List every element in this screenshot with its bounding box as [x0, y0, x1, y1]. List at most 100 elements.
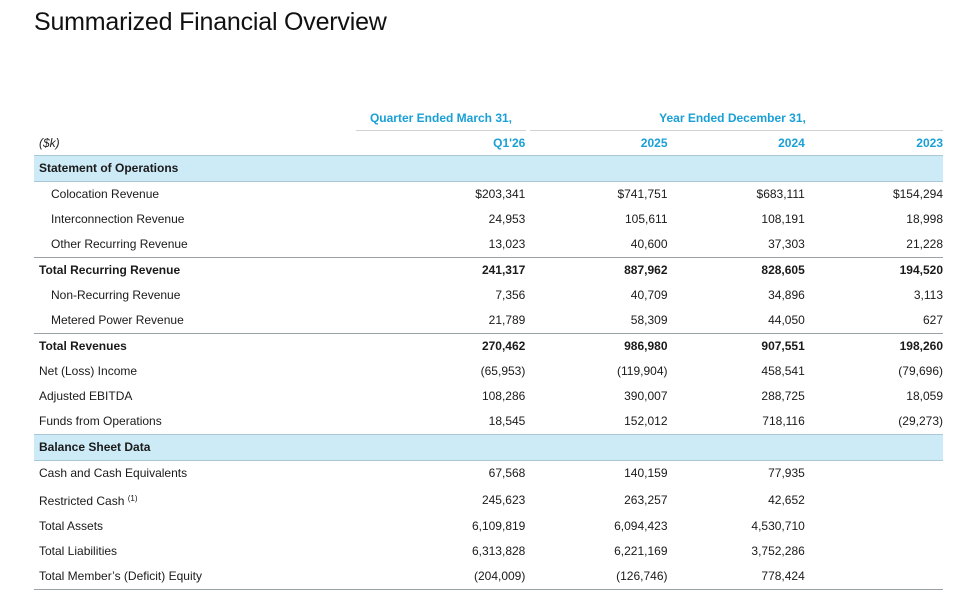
table-row: Non-Recurring Revenue 7,356 40,709 34,89… — [34, 283, 943, 308]
cell-2023 — [805, 539, 943, 564]
cell-2024: 4,530,710 — [751, 519, 805, 533]
cell-2024: 458,541 — [761, 364, 805, 378]
cell-2023: (79,696) — [898, 364, 943, 378]
cell-2024: 3,752,286 — [751, 544, 805, 558]
table-row: Cash and Cash Equivalents 67,568 140,159… — [34, 461, 943, 487]
cell-q1-26: 13,023 — [488, 237, 526, 251]
year-group-header: Year Ended December 31, — [659, 111, 806, 125]
table-row: Colocation Revenue $203,341 $741,751 $68… — [34, 182, 943, 208]
cell-2025: 105,611 — [625, 212, 668, 226]
cell-2025: 6,221,169 — [614, 544, 668, 558]
table-row: Net (Loss) Income (65,953) (119,904) 458… — [34, 359, 943, 384]
cell-q1-26: 21,789 — [488, 313, 526, 327]
row-label: Total Member’s (Deficit) Equity — [34, 564, 318, 590]
quarter-group-header: Quarter Ended March 31, — [369, 111, 513, 125]
cell-2023: 3,113 — [913, 288, 943, 302]
table-row: Interconnection Revenue 24,953 105,611 1… — [34, 207, 943, 232]
cell-2025: 58,309 — [630, 313, 668, 327]
units-label: ($k) — [39, 136, 60, 150]
cell-2023: $154,294 — [892, 187, 943, 201]
cell-q1-26: (204,009) — [317, 564, 526, 590]
row-label: Metered Power Revenue — [51, 313, 184, 327]
cell-2023: 627 — [922, 313, 943, 327]
cell-2025: 140,159 — [624, 466, 668, 480]
column-header-row: ($k) Q1'26 2025 2024 2023 — [34, 131, 943, 156]
table-row: Funds from Operations 18,545 152,012 718… — [34, 409, 943, 435]
section-header-balance: Balance Sheet Data — [34, 434, 943, 461]
row-label: Cash and Cash Equivalents — [39, 466, 188, 480]
table-row-total: Total Recurring Revenue 241,317 887,962 … — [34, 257, 943, 283]
section-title: Statement of Operations — [34, 155, 943, 182]
cell-2024: 44,050 — [768, 313, 805, 327]
cell-2024: 42,652 — [768, 492, 805, 507]
cell-2023 — [804, 564, 943, 590]
table-row: Restricted Cash (1) 245,623 263,257 42,6… — [34, 486, 943, 514]
cell-q1-26: 241,317 — [317, 257, 526, 283]
cell-2023: 18,059 — [906, 389, 943, 403]
cell-2023: 194,520 — [804, 257, 943, 283]
col-header-2025: 2025 — [640, 136, 668, 150]
cell-q1-26: 245,623 — [481, 492, 526, 507]
section-header-operations: Statement of Operations — [34, 155, 943, 182]
cell-2023: 198,260 — [804, 333, 943, 359]
cell-2025: 6,094,423 — [614, 519, 668, 533]
cell-2025: 40,709 — [630, 288, 668, 302]
cell-2025: (119,904) — [617, 364, 668, 378]
table-row: Adjusted EBITDA 108,286 390,007 288,725 … — [34, 384, 943, 409]
row-label: Total Recurring Revenue — [34, 257, 318, 283]
table-row: Metered Power Revenue 21,789 58,309 44,0… — [34, 308, 943, 334]
row-label: Total Liabilities — [39, 544, 118, 558]
col-header-2023: 2023 — [916, 136, 943, 150]
cell-2025: 40,600 — [630, 237, 668, 251]
cell-2023 — [805, 486, 943, 514]
cell-q1-26: 18,545 — [488, 414, 526, 428]
cell-2023 — [805, 514, 943, 539]
cell-2024: 828,605 — [667, 257, 805, 283]
cell-q1-26: 24,953 — [488, 212, 526, 226]
cell-2025: 263,257 — [624, 492, 668, 507]
cell-2024: $683,111 — [756, 187, 805, 201]
row-label-text: Restricted Cash — [39, 494, 125, 508]
cell-2024: 34,896 — [768, 288, 805, 302]
row-label: Other Recurring Revenue — [51, 237, 188, 251]
row-label: Non-Recurring Revenue — [51, 288, 181, 302]
cell-2024: 778,424 — [667, 564, 805, 590]
row-label: Adjusted EBITDA — [39, 389, 133, 403]
cell-2025: 887,962 — [525, 257, 668, 283]
table-row: Total Assets 6,109,819 6,094,423 4,530,7… — [34, 514, 943, 539]
cell-q1-26: 67,568 — [488, 466, 526, 480]
cell-q1-26: 270,462 — [317, 333, 526, 359]
row-label: Restricted Cash (1) — [34, 486, 317, 514]
table-row-total: Total Revenues 270,462 986,980 907,551 1… — [34, 333, 943, 359]
cell-2023: 21,228 — [906, 237, 943, 251]
table-row: Total Liabilities 6,313,828 6,221,169 3,… — [34, 539, 943, 564]
cell-2025: (126,746) — [525, 564, 668, 590]
cell-2025: 152,012 — [624, 414, 668, 428]
cell-q1-26: (65,953) — [480, 364, 526, 378]
row-label: Total Assets — [39, 519, 104, 533]
page-title: Summarized Financial Overview — [34, 8, 387, 36]
cell-2024: 907,551 — [667, 333, 805, 359]
cell-q1-26: 6,313,828 — [471, 544, 526, 558]
cell-2025: 390,007 — [624, 389, 668, 403]
cell-q1-26: 6,109,819 — [471, 519, 526, 533]
table-row: Other Recurring Revenue 13,023 40,600 37… — [34, 232, 943, 258]
cell-q1-26: 7,356 — [495, 288, 526, 302]
section-title: Balance Sheet Data — [34, 434, 943, 461]
cell-2025: $741,751 — [617, 187, 668, 201]
cell-2024: 288,725 — [761, 389, 805, 403]
row-label: Total Revenues — [34, 333, 318, 359]
financial-table: ($k) Q1'26 2025 2024 2023 Statement of O… — [34, 131, 943, 590]
row-label: Funds from Operations — [39, 414, 162, 428]
col-header-2024: 2024 — [778, 136, 805, 150]
cell-2023 — [805, 461, 943, 487]
row-label: Interconnection Revenue — [51, 212, 185, 226]
cell-2023: 18,998 — [906, 212, 943, 226]
col-header-q1-26: Q1'26 — [493, 136, 526, 150]
cell-2024: 108,191 — [761, 212, 805, 226]
row-label: Net (Loss) Income — [39, 364, 138, 378]
cell-q1-26: $203,341 — [475, 187, 526, 201]
row-label: Colocation Revenue — [51, 187, 160, 201]
cell-2025: 986,980 — [525, 333, 668, 359]
footnote-marker: (1) — [127, 494, 138, 503]
